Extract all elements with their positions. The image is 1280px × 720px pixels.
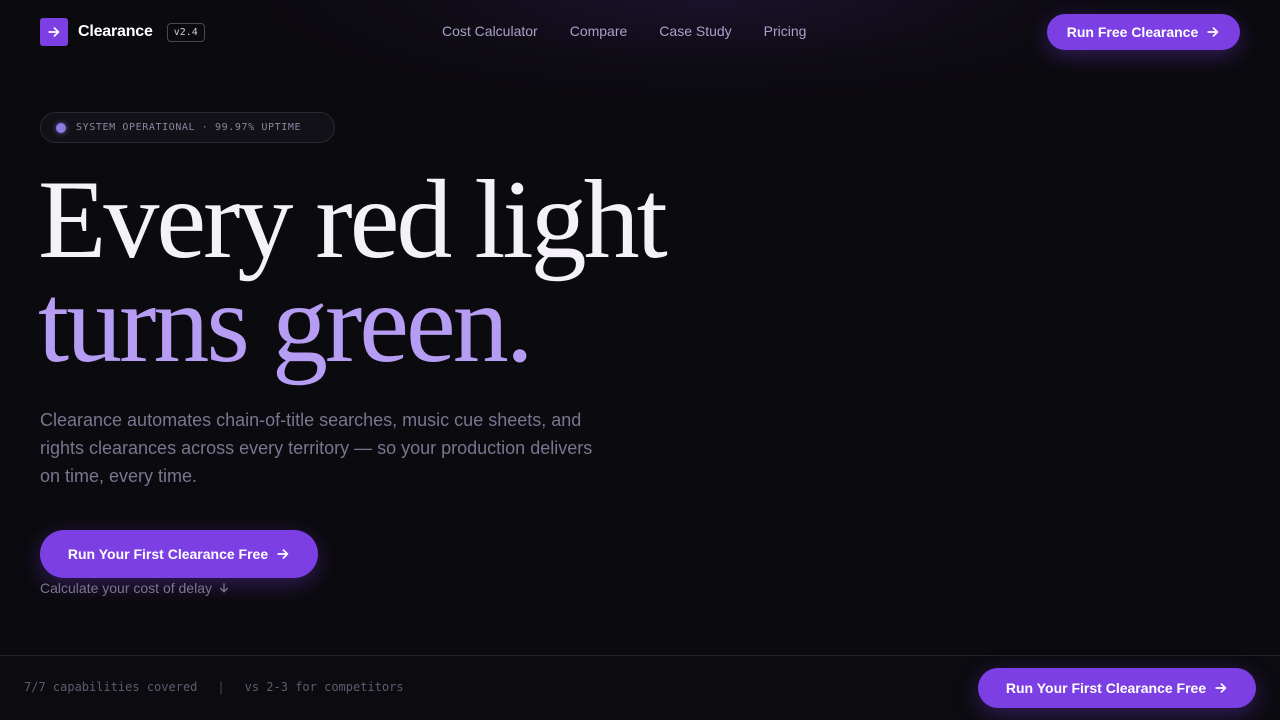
stat-secondary: vs 2-3 for competitors <box>244 680 404 694</box>
status-dot-icon <box>56 122 66 133</box>
nav-run-free-clearance-button[interactable]: Run Free Clearance <box>1047 14 1240 50</box>
bottom-run-first-clearance-button[interactable]: Run Your First Clearance Free <box>978 668 1256 708</box>
brand-name: Clearance <box>78 23 153 40</box>
hero-run-first-clearance-button[interactable]: Run Your First Clearance Free <box>40 530 318 578</box>
bottom-cta-label: Run Your First Clearance Free <box>1005 680 1207 696</box>
logo-arrow-right-icon <box>40 18 68 46</box>
version-badge: v2.4 <box>166 22 205 42</box>
brand[interactable]: Clearance v2.4 <box>40 18 205 46</box>
hero-subcopy: Clearance automates chain-of-title searc… <box>40 410 593 486</box>
secondary-link-label: Calculate your cost of delay <box>40 580 212 596</box>
stat-separator: | <box>217 680 225 694</box>
nav-links: Cost Calculator Compare Case Study Prici… <box>442 23 838 39</box>
capability-stats: 7/7 capabilities covered | vs 2-3 for co… <box>24 680 404 694</box>
nav-link-pricing[interactable]: Pricing <box>764 23 807 39</box>
sticky-bottom-bar: 7/7 capabilities covered | vs 2-3 for co… <box>0 655 1280 720</box>
hero-cta-label: Run Your First Clearance Free <box>67 546 269 562</box>
nav-link-cost-calculator[interactable]: Cost Calculator <box>442 23 538 39</box>
hero-headline: Every red light turns green. <box>38 158 668 386</box>
nav-link-compare[interactable]: Compare <box>570 23 628 39</box>
headline-line-1: Every red light <box>38 158 668 282</box>
nav-cta-label: Run Free Clearance <box>1066 24 1199 40</box>
stat-primary: 7/7 capabilities covered <box>24 680 198 694</box>
top-nav: Clearance v2.4 Cost Calculator Compare C… <box>0 0 1280 64</box>
arrow-right-icon <box>1206 25 1220 39</box>
nav-link-case-study[interactable]: Case Study <box>659 23 731 39</box>
arrow-down-icon <box>218 582 230 594</box>
status-badge: SYSTEM OPERATIONAL · 99.97% UPTIME <box>40 112 335 143</box>
arrow-right-icon <box>1214 681 1228 695</box>
status-text: SYSTEM OPERATIONAL · 99.97% UPTIME <box>76 122 302 133</box>
arrow-right-icon <box>276 547 290 561</box>
headline-line-2: turns green. <box>38 262 534 386</box>
calculate-cost-of-delay-link[interactable]: Calculate your cost of delay <box>40 580 230 596</box>
